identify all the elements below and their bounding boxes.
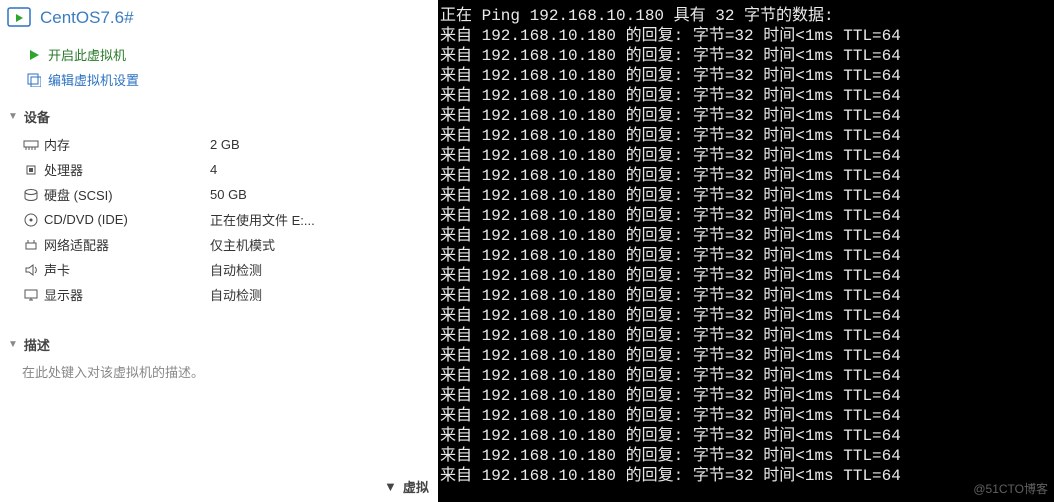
vm-details-section-header[interactable]: ▼ 虚拟 — [384, 477, 429, 496]
vm-details-section-label: 虚拟 — [403, 477, 429, 496]
display-icon — [22, 287, 40, 303]
vm-title[interactable]: CentOS7.6# — [40, 8, 134, 28]
description-section-header[interactable]: ▼ 描述 — [8, 331, 430, 360]
device-row-disk[interactable]: 硬盘 (SCSI)50 GB — [8, 182, 430, 207]
description-placeholder[interactable]: 在此处键入对该虚拟机的描述。 — [8, 360, 430, 381]
caret-down-icon: ▼ — [8, 111, 18, 122]
device-value: 正在使用文件 E:... — [210, 210, 426, 229]
settings-edit-icon — [26, 72, 42, 88]
device-value: 自动检测 — [210, 260, 426, 279]
device-label: 网络适配器 — [40, 235, 210, 254]
device-row-sound[interactable]: 声卡自动检测 — [8, 257, 430, 282]
vm-tab-header[interactable]: CentOS7.6# — [0, 0, 438, 41]
edit-vm-settings-link[interactable]: 编辑虚拟机设置 — [26, 70, 438, 89]
net-icon — [22, 237, 40, 253]
device-row-display[interactable]: 显示器自动检测 — [8, 282, 430, 307]
device-value: 仅主机模式 — [210, 235, 426, 254]
cpu-icon — [22, 162, 40, 178]
device-value: 4 — [210, 162, 426, 177]
device-value: 2 GB — [210, 137, 426, 152]
power-on-label: 开启此虚拟机 — [48, 45, 126, 64]
device-row-cpu[interactable]: 处理器4 — [8, 157, 430, 182]
device-row-net[interactable]: 网络适配器仅主机模式 — [8, 232, 430, 257]
device-label: 内存 — [40, 135, 210, 154]
play-icon — [26, 47, 42, 63]
device-value: 自动检测 — [210, 285, 426, 304]
sound-icon — [22, 262, 40, 278]
cd-icon — [22, 212, 40, 228]
vm-tab-icon — [6, 6, 34, 30]
power-on-vm-link[interactable]: 开启此虚拟机 — [26, 45, 438, 64]
device-list: 内存2 GB处理器4硬盘 (SCSI)50 GBCD/DVD (IDE)正在使用… — [8, 132, 430, 307]
watermark-text: @51CTO博客 — [973, 479, 1048, 499]
device-label: CD/DVD (IDE) — [40, 212, 210, 227]
description-section-label: 描述 — [24, 335, 50, 354]
devices-section-label: 设备 — [24, 107, 50, 126]
device-label: 处理器 — [40, 160, 210, 179]
devices-section-header[interactable]: ▼ 设备 — [8, 103, 430, 132]
memory-icon — [22, 137, 40, 153]
device-label: 显示器 — [40, 285, 210, 304]
terminal-output: 正在 Ping 192.168.10.180 具有 32 字节的数据: 来自 1… — [440, 6, 1052, 486]
device-label: 硬盘 (SCSI) — [40, 185, 210, 204]
caret-down-icon: ▼ — [384, 479, 397, 494]
device-value: 50 GB — [210, 187, 426, 202]
device-label: 声卡 — [40, 260, 210, 279]
device-row-cd[interactable]: CD/DVD (IDE)正在使用文件 E:... — [8, 207, 430, 232]
console-terminal[interactable]: 正在 Ping 192.168.10.180 具有 32 字节的数据: 来自 1… — [438, 0, 1054, 502]
disk-icon — [22, 187, 40, 203]
device-row-memory[interactable]: 内存2 GB — [8, 132, 430, 157]
caret-down-icon: ▼ — [8, 339, 18, 350]
edit-settings-label: 编辑虚拟机设置 — [48, 70, 139, 89]
vm-summary-panel: CentOS7.6# 开启此虚拟机 编辑虚拟机设置 ▼ 设备 内存2 GB处理器 — [0, 0, 438, 502]
